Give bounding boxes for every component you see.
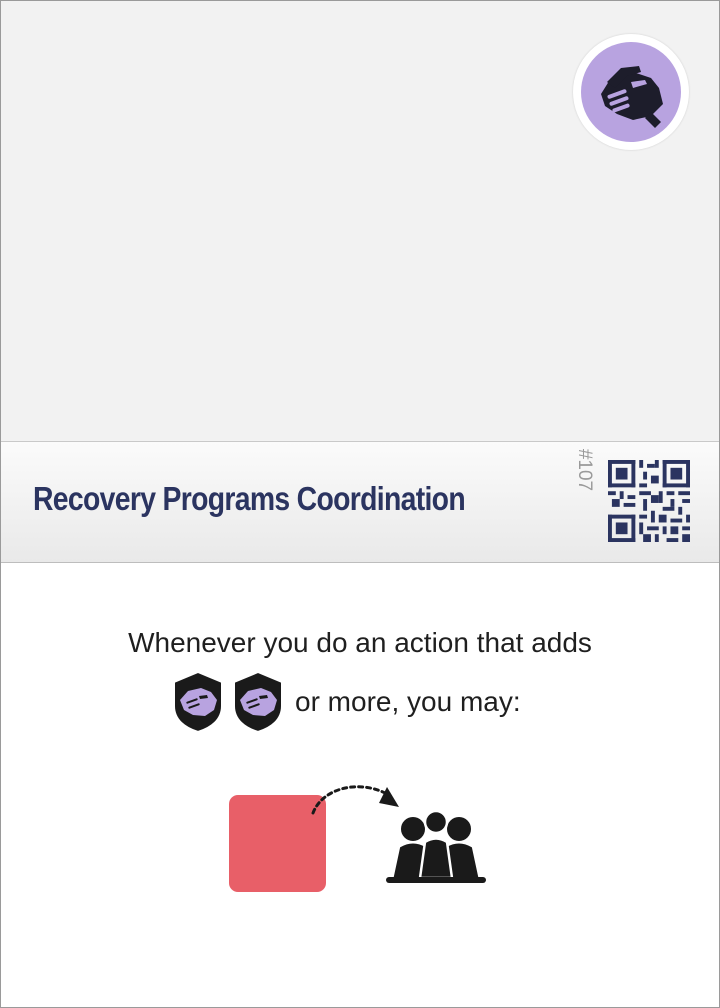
game-card: Recovery Programs Coordination #107 When… <box>0 0 720 1008</box>
badge-circle <box>581 42 681 142</box>
handshake-shield-icon <box>173 670 223 734</box>
rules-line-2: or more, you may: <box>295 686 521 717</box>
card-number: #107 <box>574 448 595 492</box>
category-badge <box>573 34 689 150</box>
handshake-shield-icon-2 <box>233 670 283 734</box>
qr-code-icon <box>608 460 690 542</box>
card-title: Recovery Programs Coordination <box>33 480 466 517</box>
handshake-icon <box>601 66 663 128</box>
people-group-icon <box>386 807 486 883</box>
rules-line-2-row: or more, you may: <box>171 669 521 735</box>
rules-line-1: Whenever you do an action that adds <box>128 627 592 658</box>
